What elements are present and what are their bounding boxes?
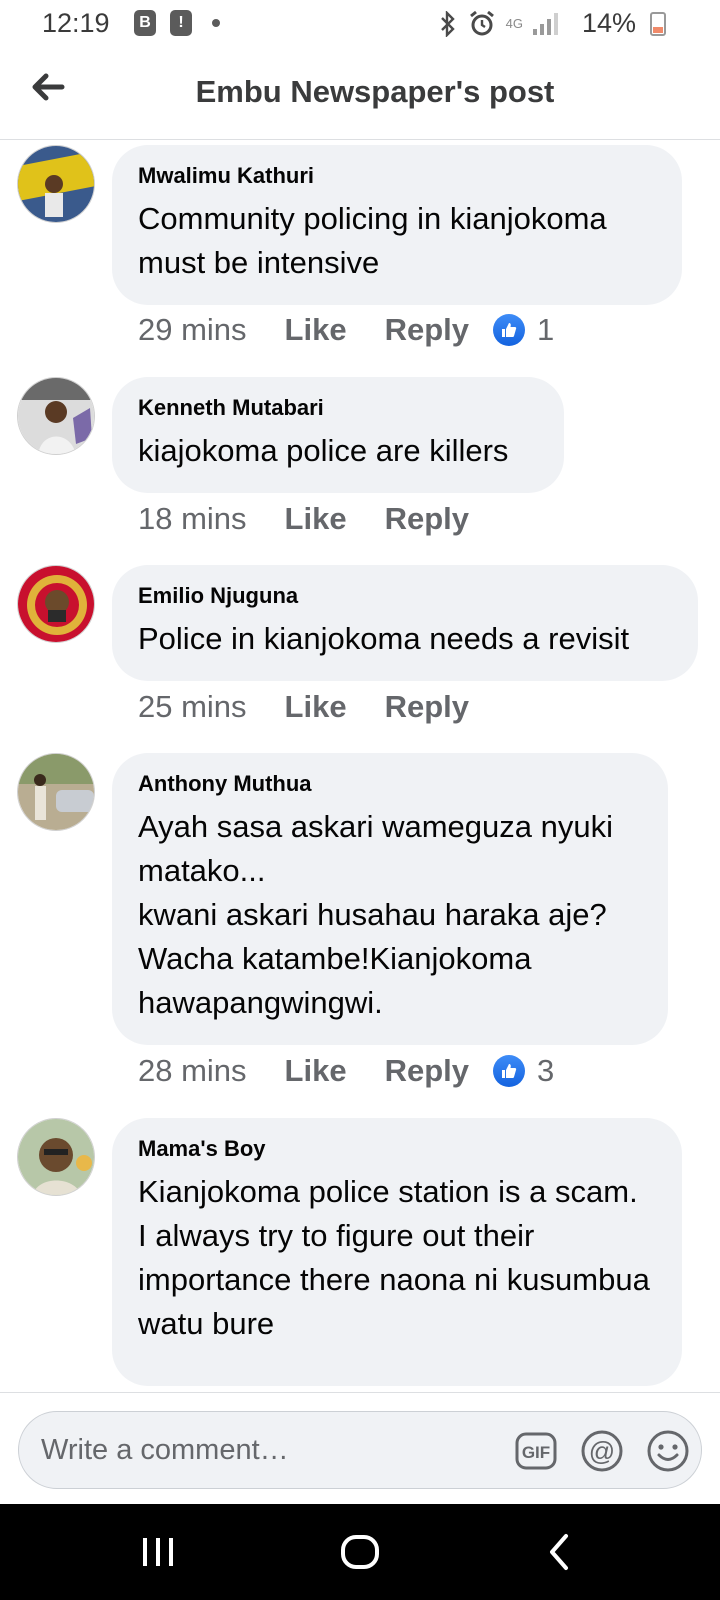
comment-time[interactable]: 29 mins [138,312,247,348]
mention-icon[interactable]: @ [580,1429,624,1473]
status-time: 12:19 [42,8,110,38]
post-header: Embu Newspaper's post [0,48,720,140]
comment-text: kiajokoma police are killers [138,433,509,468]
comment-bubble[interactable]: Mwalimu Kathuri Community policing in ki… [112,145,682,305]
thumbs-up-icon[interactable] [493,314,525,346]
comment-meta: 18 mins Like Reply [138,501,493,537]
like-button[interactable]: Like [285,1053,347,1089]
like-button[interactable]: Like [285,501,347,537]
comment-author[interactable]: Anthony Muthua [138,771,642,797]
comment-text: Kianjokoma police station is a scam. I a… [138,1174,650,1341]
network-type: 4G [505,16,523,31]
comment-author[interactable]: Emilio Njuguna [138,583,672,609]
alarm-icon [469,10,494,35]
reply-button[interactable]: Reply [385,312,469,348]
avatar[interactable] [17,377,95,455]
like-button[interactable]: Like [285,312,347,348]
svg-text:@: @ [589,1436,615,1466]
comment-bubble[interactable]: Mama's Boy Kianjokoma police station is … [112,1118,682,1386]
alert-notification-icon: ! [170,10,192,36]
comment-time[interactable]: 28 mins [138,1053,247,1089]
reaction-count[interactable]: 3 [537,1053,554,1089]
app-notification-icon: B [134,10,156,36]
battery-level: 14% [581,8,636,38]
comment-meta: 29 mins Like Reply 1 [138,312,554,348]
comment-text: Police in kianjokoma needs a revisit [138,621,630,656]
status-bar: 12:19 B ! 4G 14% [0,0,720,48]
back-nav-icon[interactable] [540,1532,580,1572]
system-nav-bar [0,1504,720,1600]
comment-author[interactable]: Kenneth Mutabari [138,395,538,421]
comment-author[interactable]: Mama's Boy [138,1136,656,1162]
gif-icon[interactable]: GIF [514,1429,558,1473]
avatar[interactable] [17,1118,95,1196]
comment-text: Ayah sasa askari wameguza nyuki matako..… [138,809,614,1020]
comment-bubble[interactable]: Anthony Muthua Ayah sasa askari wameguza… [112,753,668,1045]
emoji-icon[interactable] [646,1429,690,1473]
comment-bubble[interactable]: Emilio Njuguna Police in kianjokoma need… [112,565,698,681]
svg-text:GIF: GIF [522,1443,550,1462]
avatar[interactable] [17,145,95,223]
comment-time[interactable]: 25 mins [138,689,247,725]
comment-meta: 25 mins Like Reply [138,689,493,725]
signal-icon [532,12,558,35]
home-icon[interactable] [340,1532,380,1572]
more-notifications-dot [212,19,220,27]
comment-author[interactable]: Mwalimu Kathuri [138,163,656,189]
comment-time[interactable]: 18 mins [138,501,247,537]
comments-list[interactable]: Mwalimu Kathuri Community policing in ki… [0,140,720,1392]
page-title: Embu Newspaper's post [195,74,555,109]
comment-composer: GIF @ [0,1392,720,1504]
reply-button[interactable]: Reply [385,689,469,725]
comment-text: Community policing in kianjokoma must be… [138,201,607,280]
like-button[interactable]: Like [285,689,347,725]
reply-button[interactable]: Reply [385,1053,469,1089]
avatar[interactable] [17,565,95,643]
thumbs-up-icon[interactable] [493,1055,525,1087]
battery-icon [650,11,666,36]
comment-meta: 28 mins Like Reply 3 [138,1053,554,1089]
comment-bubble[interactable]: Kenneth Mutabari kiajokoma police are ki… [112,377,564,493]
reaction-count[interactable]: 1 [537,312,554,348]
bluetooth-icon [440,10,455,37]
reply-button[interactable]: Reply [385,501,469,537]
recent-apps-icon[interactable] [138,1532,178,1572]
avatar[interactable] [17,753,95,831]
